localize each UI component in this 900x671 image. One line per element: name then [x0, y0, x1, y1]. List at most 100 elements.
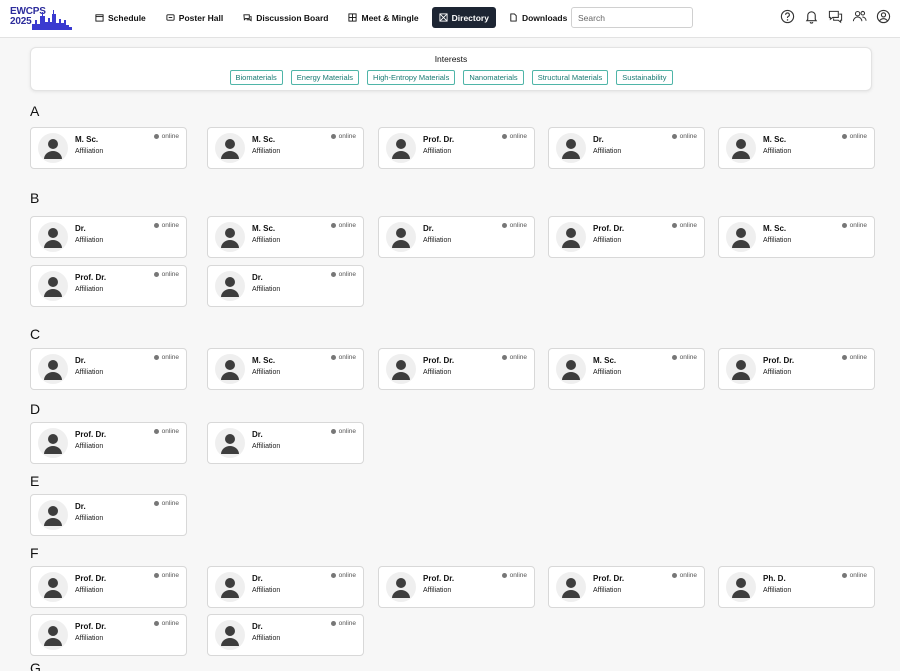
person-card[interactable]: M. Sc. Affiliation online: [718, 216, 875, 258]
bell-icon[interactable]: [804, 9, 819, 24]
avatar: [386, 222, 416, 252]
status-label: online: [849, 572, 867, 579]
online-status: online: [841, 354, 867, 361]
person-card[interactable]: Prof. Dr. Affiliation online: [378, 566, 535, 608]
nav-downloads[interactable]: Downloads: [502, 7, 574, 28]
avatar: [726, 354, 756, 384]
avatar: [215, 572, 245, 602]
person-card[interactable]: Dr. Affiliation online: [207, 422, 364, 464]
person-card[interactable]: Prof. Dr. Affiliation online: [30, 614, 187, 656]
status-label: online: [338, 271, 356, 278]
person-card[interactable]: Dr. Affiliation online: [30, 216, 187, 258]
letter-heading: G: [30, 660, 41, 671]
person-card[interactable]: Prof. Dr. Affiliation online: [548, 216, 705, 258]
person-card[interactable]: Prof. Dr. Affiliation online: [718, 348, 875, 390]
person-affiliation: Affiliation: [252, 237, 281, 244]
person-affiliation: Affiliation: [593, 237, 622, 244]
status-label: online: [161, 271, 179, 278]
status-dot-icon: [501, 223, 507, 228]
status-label: online: [679, 572, 697, 579]
person-card[interactable]: Prof. Dr. Affiliation online: [378, 127, 535, 169]
person-affiliation: Affiliation: [75, 587, 104, 594]
people-icon[interactable]: [852, 9, 867, 24]
messages-icon[interactable]: [828, 9, 843, 24]
person-card[interactable]: Prof. Dr. Affiliation online: [30, 265, 187, 307]
avatar: [38, 271, 68, 301]
status-dot-icon: [153, 501, 159, 506]
person-card[interactable]: Dr. Affiliation online: [207, 265, 364, 307]
person-card[interactable]: Dr. Affiliation online: [207, 566, 364, 608]
online-status: online: [841, 222, 867, 229]
online-status: online: [501, 133, 527, 140]
person-card[interactable]: Dr. Affiliation online: [378, 216, 535, 258]
person-affiliation: Affiliation: [763, 148, 792, 155]
interest-tag[interactable]: Nanomaterials: [463, 70, 524, 85]
person-card[interactable]: Prof. Dr. Affiliation online: [548, 566, 705, 608]
online-status: online: [671, 222, 697, 229]
avatar: [215, 133, 245, 163]
person-title: M. Sc.: [763, 224, 787, 233]
status-label: online: [161, 133, 179, 140]
letter-heading: D: [30, 401, 41, 417]
person-card[interactable]: Dr. Affiliation online: [30, 348, 187, 390]
nav-discussion-board[interactable]: Discussion Board: [236, 7, 335, 28]
avatar: [556, 222, 586, 252]
help-icon[interactable]: [780, 9, 795, 24]
status-dot-icon: [671, 573, 677, 578]
interest-tag[interactable]: Energy Materials: [290, 70, 360, 85]
avatar: [386, 354, 416, 384]
avatar: [726, 222, 756, 252]
person-card[interactable]: M. Sc. Affiliation online: [207, 216, 364, 258]
account-icon[interactable]: [876, 9, 891, 24]
person-affiliation: Affiliation: [252, 148, 281, 155]
status-label: online: [509, 572, 527, 579]
person-card[interactable]: Prof. Dr. Affiliation online: [30, 422, 187, 464]
person-card[interactable]: M. Sc. Affiliation online: [207, 348, 364, 390]
online-status: online: [671, 572, 697, 579]
interest-tag[interactable]: High-Entropy Materials: [367, 70, 456, 85]
avatar: [726, 133, 756, 163]
avatar: [556, 572, 586, 602]
online-status: online: [153, 222, 179, 229]
person-card[interactable]: Prof. Dr. Affiliation online: [378, 348, 535, 390]
person-card[interactable]: Prof. Dr. Affiliation online: [30, 566, 187, 608]
status-dot-icon: [841, 355, 847, 360]
avatar: [215, 271, 245, 301]
avatar: [38, 222, 68, 252]
header-actions: [780, 9, 891, 24]
avatar: [556, 133, 586, 163]
interest-tag[interactable]: Sustainability: [616, 70, 673, 85]
person-card[interactable]: Dr. Affiliation online: [207, 614, 364, 656]
person-title: M. Sc.: [75, 135, 99, 144]
nav-label: Meet & Mingle: [361, 12, 419, 23]
search-input[interactable]: [571, 7, 693, 28]
interest-tag[interactable]: Biomaterials: [229, 70, 283, 85]
person-affiliation: Affiliation: [423, 148, 452, 155]
nav-poster-hall[interactable]: Poster Hall: [159, 7, 230, 28]
directory-icon: [439, 13, 448, 22]
person-card[interactable]: Dr. Affiliation online: [548, 127, 705, 169]
interest-tag[interactable]: Structural Materials: [531, 70, 609, 85]
person-affiliation: Affiliation: [252, 369, 281, 376]
online-status: online: [671, 133, 697, 140]
nav-meet-mingle[interactable]: Meet & Mingle: [341, 7, 425, 28]
ewcps-logo[interactable]: EWCPS 2025: [10, 6, 72, 30]
person-card[interactable]: M. Sc. Affiliation online: [207, 127, 364, 169]
grid-icon: [348, 13, 358, 22]
nav-directory[interactable]: Directory: [431, 7, 496, 28]
person-card[interactable]: Ph. D. Affiliation online: [718, 566, 875, 608]
person-card[interactable]: M. Sc. Affiliation online: [30, 127, 187, 169]
person-title: Prof. Dr.: [423, 356, 455, 365]
person-title: Dr.: [75, 502, 86, 511]
person-title: Dr.: [593, 135, 604, 144]
online-status: online: [153, 133, 179, 140]
person-card[interactable]: M. Sc. Affiliation online: [548, 348, 705, 390]
avatar: [38, 428, 68, 458]
person-title: Prof. Dr.: [75, 574, 107, 583]
person-affiliation: Affiliation: [75, 443, 104, 450]
person-card[interactable]: M. Sc. Affiliation online: [718, 127, 875, 169]
nav-schedule[interactable]: Schedule: [88, 7, 153, 28]
person-card[interactable]: Dr. Affiliation online: [30, 494, 187, 536]
person-title: Dr.: [252, 574, 263, 583]
status-dot-icon: [153, 429, 159, 434]
